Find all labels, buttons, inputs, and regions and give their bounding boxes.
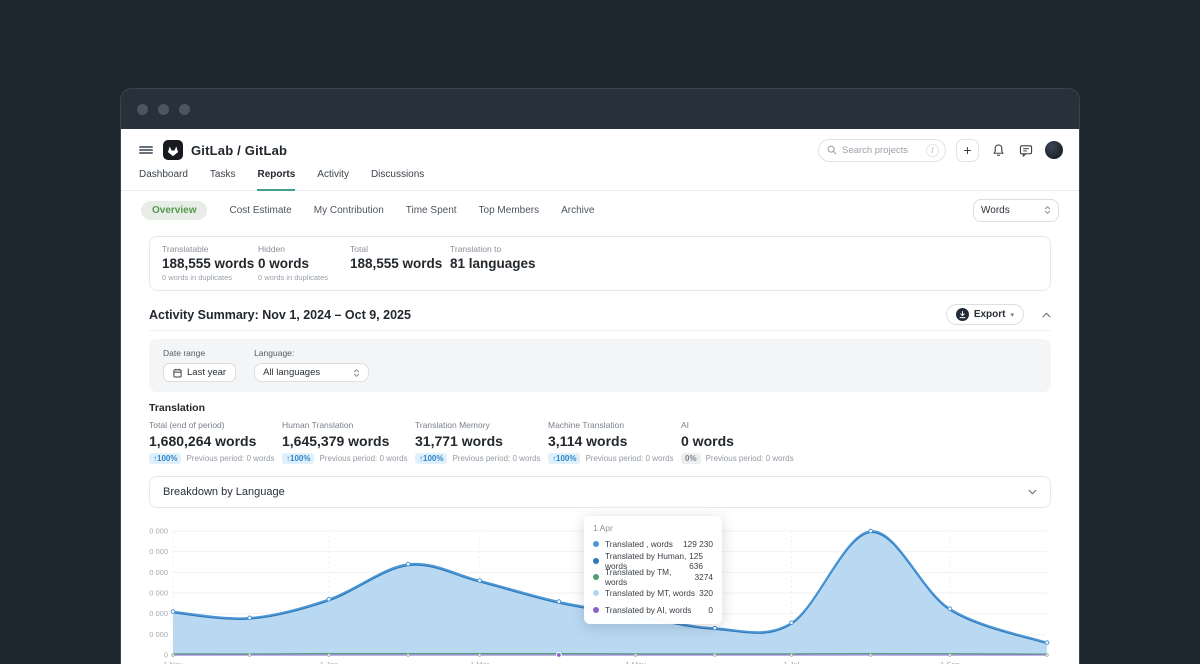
svg-text:0: 0 (164, 651, 168, 660)
gitlab-logo-icon[interactable] (163, 140, 183, 160)
primary-nav-tabs: Dashboard Tasks Reports Activity Discuss… (121, 169, 1079, 191)
translation-stat-ai: AI 0 words 0%Previous period: 0 words (681, 420, 814, 464)
series-dot-icon (593, 574, 599, 580)
window-titlebar (121, 89, 1079, 129)
translation-stat-mt: Machine Translation 3,114 words ↑100%Pre… (548, 420, 681, 464)
stat-translatable: Translatable 188,555 words 0 words in du… (162, 244, 258, 282)
search-icon (827, 145, 837, 155)
notifications-bell-icon[interactable] (989, 141, 1007, 159)
stat-hidden: Hidden 0 words 0 words in duplicates (258, 244, 350, 282)
tab-cost-estimate[interactable]: Cost Estimate (229, 205, 291, 216)
window-control-dot[interactable] (179, 104, 190, 115)
activity-summary-title: Activity Summary: Nov 1, 2024 – Oct 9, 2… (149, 308, 411, 322)
tooltip-date: 1 Apr (593, 523, 713, 533)
svg-text:100 000: 100 000 (149, 609, 168, 618)
date-range-filter: Date range Last year (163, 348, 236, 382)
menu-icon[interactable] (139, 144, 153, 156)
tab-time-spent[interactable]: Time Spent (406, 205, 457, 216)
chevron-up-icon (1042, 312, 1051, 318)
tab-archive[interactable]: Archive (561, 205, 594, 216)
change-badge: ↑100% (415, 453, 447, 464)
filters-panel: Date range Last year Language: All langu… (149, 339, 1051, 392)
stat-total: Total 188,555 words (350, 244, 450, 282)
language-filter: Language: All languages (254, 348, 369, 382)
language-select-value: All languages (263, 367, 320, 378)
project-title: GitLab / GitLab (191, 143, 287, 158)
series-dot-icon (593, 558, 599, 564)
chevron-down-icon (1028, 489, 1037, 495)
download-icon (956, 308, 969, 321)
translation-stat-tm: Translation Memory 31,771 words ↑100%Pre… (415, 420, 548, 464)
tab-my-contribution[interactable]: My Contribution (314, 205, 384, 216)
calendar-icon (173, 368, 182, 378)
create-new-button[interactable]: + (956, 139, 979, 162)
svg-text:1 Nov: 1 Nov (163, 660, 183, 664)
app-content: GitLab / GitLab / + Dashboard Ta (121, 129, 1079, 664)
tooltip-row: Translated by TM, words3274 (593, 569, 713, 585)
change-badge: ↑100% (149, 453, 181, 464)
chevron-up-down-icon (1044, 205, 1051, 215)
activity-summary-header: Activity Summary: Nov 1, 2024 – Oct 9, 2… (149, 303, 1051, 331)
tab-activity[interactable]: Activity (317, 169, 349, 190)
translation-section-heading: Translation (149, 402, 1051, 414)
report-sub-tabs: Overview Cost Estimate My Contribution T… (121, 198, 1079, 222)
date-range-value: Last year (187, 367, 226, 378)
search-box[interactable]: / (818, 139, 946, 162)
translation-stats-row: Total (end of period) 1,680,264 words ↑1… (149, 420, 1051, 464)
svg-text:1 Sep: 1 Sep (940, 660, 960, 664)
collapse-section-button[interactable] (1042, 312, 1051, 318)
tab-dashboard[interactable]: Dashboard (139, 169, 188, 190)
language-label: Language: (254, 348, 369, 358)
stat-translation-to: Translation to 81 languages (450, 244, 536, 282)
user-avatar[interactable] (1045, 141, 1063, 159)
series-dot-icon (593, 541, 599, 547)
series-dot-icon (593, 607, 599, 613)
svg-text:1 Jan: 1 Jan (320, 660, 338, 664)
svg-text:200 000: 200 000 (149, 568, 168, 577)
translation-stat-total: Total (end of period) 1,680,264 words ↑1… (149, 420, 282, 464)
search-input[interactable] (842, 145, 921, 156)
tab-overview[interactable]: Overview (141, 201, 207, 220)
project-words-summary-card: Translatable 188,555 words 0 words in du… (149, 236, 1051, 291)
date-range-button[interactable]: Last year (163, 363, 236, 382)
unit-select[interactable]: Words (973, 199, 1059, 222)
series-dot-icon (593, 590, 599, 596)
app-header: GitLab / GitLab / + (121, 135, 1079, 165)
chart-tooltip: 1 Apr Translated , words129 230 Translat… (584, 516, 722, 624)
tab-top-members[interactable]: Top Members (479, 205, 540, 216)
svg-text:150 000: 150 000 (149, 589, 168, 598)
tab-discussions[interactable]: Discussions (371, 169, 424, 190)
tooltip-row: Translated by MT, words320 (593, 585, 713, 601)
svg-text:300 000: 300 000 (149, 527, 168, 536)
svg-text:250 000: 250 000 (149, 547, 168, 556)
change-badge: 0% (681, 453, 701, 464)
svg-text:1 Jul: 1 Jul (784, 660, 800, 664)
svg-text:1 May: 1 May (625, 660, 646, 664)
date-range-label: Date range (163, 348, 236, 358)
chevron-up-down-icon (353, 368, 360, 378)
change-badge: ↑100% (282, 453, 314, 464)
window-control-dot[interactable] (137, 104, 148, 115)
svg-text:50 000: 50 000 (149, 630, 168, 639)
change-badge: ↑100% (548, 453, 580, 464)
tab-reports[interactable]: Reports (257, 169, 295, 190)
browser-window: GitLab / GitLab / + Dashboard Ta (120, 88, 1080, 664)
svg-text:1 Mar: 1 Mar (470, 660, 490, 664)
translation-stat-human: Human Translation 1,645,379 words ↑100%P… (282, 420, 415, 464)
tooltip-row: Translated by AI, words0 (593, 602, 713, 618)
window-control-dot[interactable] (158, 104, 169, 115)
tab-tasks[interactable]: Tasks (210, 169, 236, 190)
search-shortcut-key: / (926, 144, 939, 157)
unit-select-value: Words (981, 205, 1010, 216)
breakdown-by-language-header[interactable]: Breakdown by Language (149, 476, 1051, 508)
messages-icon[interactable] (1017, 141, 1035, 159)
activity-chart-area: 1 Nov 1 Jan 1 Mar 1 May 1 Jul 1 Sep 0 50 000 100… (149, 524, 1051, 664)
language-select[interactable]: All languages (254, 363, 369, 382)
export-button[interactable]: Export ▾ (946, 304, 1024, 325)
chevron-down-icon: ▾ (1010, 311, 1014, 319)
